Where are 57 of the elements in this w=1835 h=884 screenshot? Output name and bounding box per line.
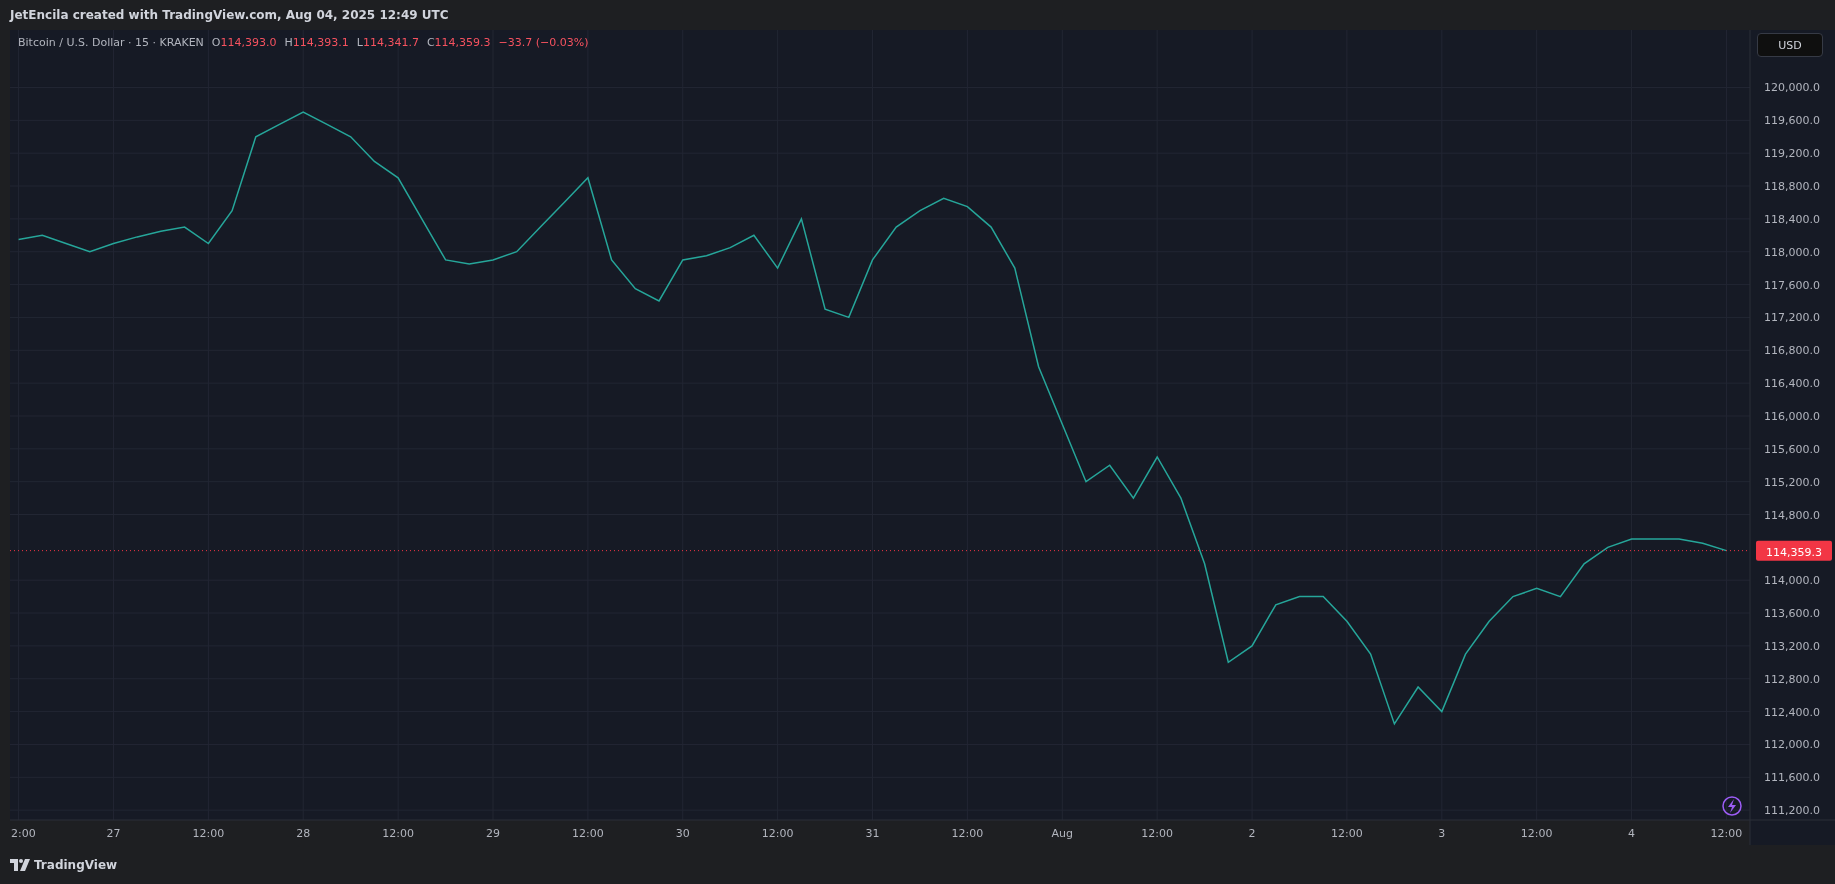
- ohlc-label: C: [426, 36, 435, 49]
- price-axis-label: 116,400.0: [1764, 377, 1820, 391]
- price-axis-label: 119,200.0: [1764, 147, 1820, 161]
- brand-name: TradingView: [34, 857, 118, 872]
- price-axis-label: 116,000.0: [1764, 409, 1820, 423]
- price-change: −33.7 (−0.03%): [498, 36, 589, 49]
- currency-button[interactable]: USD: [1757, 33, 1823, 57]
- chart-caption: JetEncila created with TradingView.com, Aug 04, 2025 12:49 UTC: [10, 8, 449, 22]
- time-axis-label: 12:00: [382, 827, 414, 840]
- price-axis-label: 118,800.0: [1764, 180, 1820, 194]
- time-axis-label: 12:00: [1141, 827, 1173, 840]
- price-axis-label: 111,600.0: [1764, 771, 1820, 785]
- time-axis-label: 31: [865, 827, 880, 840]
- price-axis-label: 119,600.0: [1764, 114, 1820, 128]
- ohlc-label: L: [356, 36, 363, 49]
- price-axis-label: 112,400.0: [1764, 705, 1820, 719]
- ohlc-label: O: [211, 36, 221, 49]
- time-axis-label: 12:00: [761, 827, 794, 840]
- price-axis-label: 117,200.0: [1764, 311, 1820, 325]
- time-axis-label: 12:00: [1331, 827, 1363, 840]
- price-axis-label: 114,800.0: [1764, 508, 1820, 522]
- time-axis-label: 12:00: [572, 827, 604, 840]
- price-axis-label: 115,200.0: [1764, 475, 1820, 489]
- time-axis-label: 29: [486, 827, 500, 840]
- time-axis-label: 12:00: [1710, 827, 1743, 840]
- price-axis-label: 112,000.0: [1764, 738, 1820, 752]
- ohlc-value: 114,393.1: [292, 36, 349, 49]
- price-axis-label: 113,200.0: [1764, 639, 1820, 653]
- logo-icon: [10, 858, 30, 871]
- ohlc-value: 114,341.7: [362, 36, 419, 49]
- time-axis-label: 4: [1628, 827, 1636, 840]
- time-axis-label: 28: [296, 827, 311, 840]
- time-axis-label: 2:00: [11, 827, 36, 840]
- price-axis-label: 117,600.0: [1764, 278, 1820, 292]
- price-axis-label: 114,000.0: [1764, 574, 1820, 588]
- last-price-badge: 114,359.3: [1756, 540, 1832, 561]
- price-axis-label: 116,800.0: [1764, 344, 1820, 358]
- time-axis-label: 2: [1248, 827, 1256, 840]
- time-axis-label: 12:00: [1520, 827, 1553, 840]
- price-axis-label: 111,200.0: [1764, 804, 1820, 818]
- time-axis-label: 30: [675, 827, 690, 840]
- symbol-title: Bitcoin / U.S. Dollar · 15 · KRAKEN: [18, 36, 204, 49]
- time-axis-label: 27: [106, 827, 121, 840]
- price-axis-label: 115,600.0: [1764, 442, 1820, 456]
- ohlc-label: H: [284, 36, 293, 49]
- time-axis-label: Aug: [1051, 827, 1073, 840]
- price-axis-label: 118,400.0: [1764, 212, 1820, 226]
- price-axis-label: 112,800.0: [1764, 672, 1820, 686]
- lightning-icon[interactable]: [1722, 796, 1742, 816]
- ohlc-value: 114,359.3: [434, 36, 491, 49]
- ohlc-value: 114,393.0: [220, 36, 277, 49]
- price-axis-label: 118,000.0: [1764, 245, 1820, 259]
- price-axis-label: 113,600.0: [1764, 607, 1820, 621]
- time-axis-label: 12:00: [951, 827, 984, 840]
- time-axis-label: 3: [1438, 827, 1446, 840]
- time-axis-label: 12:00: [192, 827, 225, 840]
- price-axis-label: 120,000.0: [1764, 81, 1820, 95]
